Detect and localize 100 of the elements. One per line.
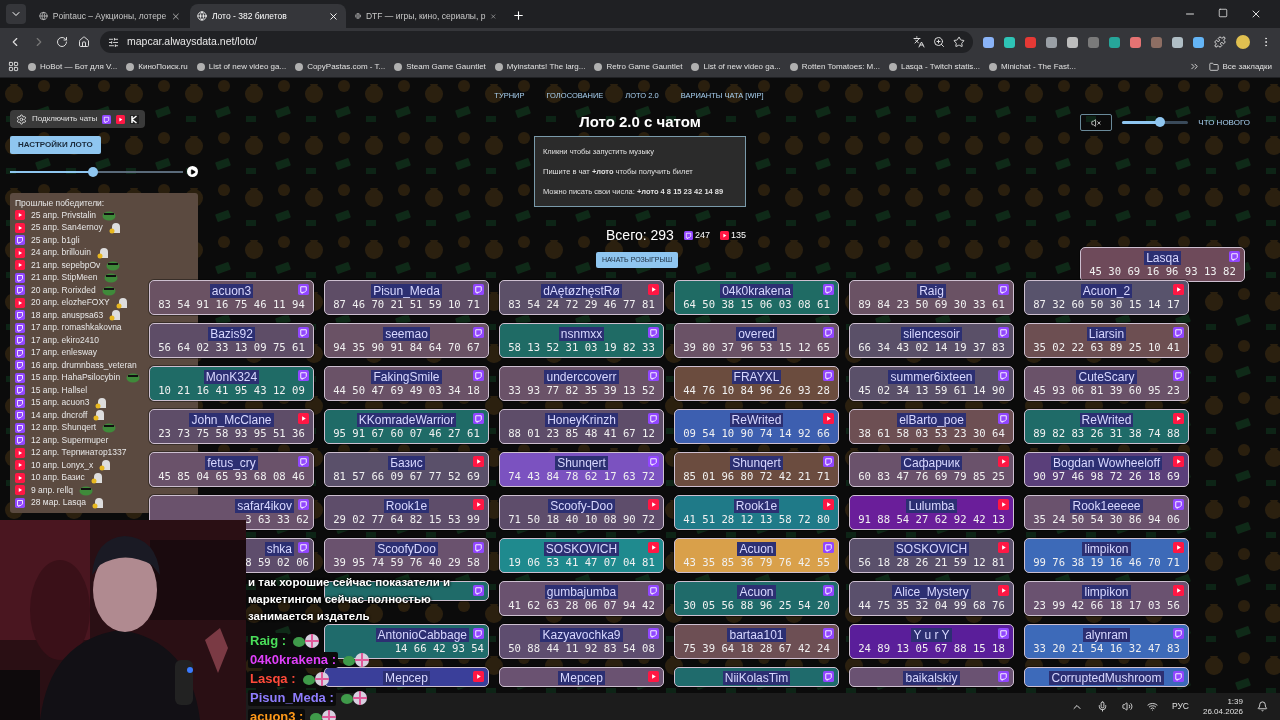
- bookmark-favicon-icon: [28, 62, 36, 71]
- close-icon: [328, 10, 339, 22]
- avatar-icon[interactable]: [1236, 35, 1250, 49]
- ticket-numbers: 41 51 28 12 13 58 72 80: [682, 512, 831, 528]
- extension-icon[interactable]: [1004, 36, 1015, 48]
- slider-thumb[interactable]: [88, 166, 99, 177]
- extension-icon[interactable]: [1046, 36, 1057, 48]
- ticket-username: alynram: [1083, 627, 1130, 642]
- ticket-username: ReWrited: [729, 412, 784, 427]
- bookmark[interactable]: Myinstants! The larg...: [494, 60, 586, 73]
- ticket-numbers: 45 85 04 65 93 68 08 46: [157, 470, 306, 485]
- ticket-numbers: 14 66 42 93 54: [393, 642, 484, 657]
- settings-button[interactable]: НАСТРОЙКИ ЛОТО: [10, 136, 101, 154]
- bookmark[interactable]: Minichat - The Fast...: [988, 60, 1076, 73]
- connect-chats-button[interactable]: Подключить чаты: [10, 110, 146, 128]
- ticket-username: John_McClane: [189, 412, 274, 427]
- winner-text: 12 апр. Supermuper: [31, 433, 109, 447]
- extension-icon[interactable]: [1067, 36, 1078, 48]
- ticket-username: underccoverr: [544, 369, 619, 384]
- emote-icon: [302, 671, 329, 686]
- muted-speaker-icon: [1091, 117, 1102, 128]
- tab-title: DTF — игры, кино, сериалы, р: [365, 9, 486, 23]
- bookmark[interactable]: List of new video ga...: [691, 60, 781, 73]
- translate-icon: [913, 36, 925, 48]
- winner-text: 21 апр. sepebpOv: [31, 258, 101, 272]
- play-icon[interactable]: [187, 166, 198, 177]
- kick-icon: [130, 114, 140, 124]
- tab-search-button[interactable]: [6, 4, 26, 24]
- bookmark[interactable]: КиноПоиск.ru: [126, 60, 188, 73]
- emote-icon: [340, 690, 367, 705]
- bookmark-favicon-icon: [789, 62, 798, 71]
- ticket-numbers: 10 21 16 41 95 43 12 09: [157, 383, 306, 399]
- extension-icon[interactable]: [1193, 36, 1204, 48]
- ticket-username: acuon3: [209, 283, 254, 298]
- extension-icon[interactable]: [1025, 36, 1036, 48]
- extension-icon[interactable]: [1109, 36, 1120, 48]
- language-indicator[interactable]: РУС: [1171, 700, 1189, 713]
- ticket-username: Lulumba: [906, 498, 957, 513]
- ticket-username: seemao: [383, 326, 430, 341]
- extension-icon[interactable]: [1088, 36, 1099, 48]
- extension-icon[interactable]: [1151, 36, 1162, 48]
- bookmark[interactable]: Steam Game Gauntlet: [394, 60, 486, 73]
- browser-tab[interactable]: DTF — игры, кино, сериалы, р: [348, 4, 504, 28]
- ticket-numbers: 29 02 77 64 82 15 53 99: [332, 512, 481, 528]
- extension-icon[interactable]: [1130, 36, 1141, 48]
- ticket-numbers: 91 88 54 27 62 92 42 13: [857, 512, 1006, 528]
- ticket-username: gumbajumba: [544, 584, 619, 599]
- ticket-username: Shunqert: [555, 455, 608, 470]
- page-title: Лото 2.0 с чатом: [579, 113, 701, 132]
- mute-button[interactable]: [1080, 114, 1113, 131]
- ticket-numbers: 35 02 22 63 89 25 10 41: [1032, 340, 1181, 356]
- browser-tab[interactable]: Pointauc – Аукционы, лотере: [32, 4, 188, 28]
- ticket-numbers: 38 61 58 03 53 23 30 64: [857, 427, 1006, 442]
- ticket-numbers: 3 63 33 62: [244, 512, 309, 528]
- ticket-username: SOSKOVICH: [543, 541, 620, 556]
- bookmark-star-icon: [953, 36, 965, 48]
- bookmark[interactable]: Lasqa - Twitch statis...: [888, 60, 980, 73]
- ticket-username: fetus_cry: [205, 455, 258, 470]
- bookmark[interactable]: CopyPastas.com - T...: [295, 60, 386, 73]
- extension-icon[interactable]: [1172, 36, 1183, 48]
- extension-icon[interactable]: [983, 36, 994, 48]
- ticket-username: Kazyavochka9: [540, 627, 623, 642]
- ticket-username: safar4ikov: [235, 498, 294, 513]
- ticket-numbers: 81 57 66 09 67 77 52 69: [332, 469, 481, 485]
- ticket-numbers: 83 54 91 16 75 46 11 94: [157, 297, 306, 313]
- url-text: mapcar.alwaysdata.net/loto/: [127, 34, 258, 50]
- browser-tab[interactable]: Лото - 382 билетов: [190, 4, 346, 28]
- ticket-numbers: 30 05 56 88 96 25 54 20: [682, 598, 831, 614]
- ticket-numbers: 23 99 42 66 18 17 03 56: [1032, 599, 1181, 614]
- ticket-username: Liarsin: [1086, 326, 1127, 341]
- ticket-username: ScoofyDoo: [375, 541, 438, 556]
- winner-text: 20 апр. Rorixded: [31, 283, 96, 297]
- ticket-username: Scoofy-Doo: [548, 498, 615, 513]
- winner-text: 25 апр. Privstalin: [31, 208, 97, 222]
- slider-thumb[interactable]: [1154, 117, 1165, 127]
- clock-date[interactable]: 26.04.2026: [1202, 706, 1243, 717]
- ticket-numbers: 23 73 75 58 93 95 51 36: [157, 427, 306, 442]
- clock-time[interactable]: 1:39: [1227, 696, 1243, 707]
- bookmark[interactable]: List of new video ga...: [196, 60, 287, 73]
- ticket-username: Bazis92: [208, 326, 255, 341]
- reload-icon: [56, 36, 68, 48]
- ticket-username: overed: [736, 326, 777, 341]
- ticket-username: HoneyKrinzh: [545, 412, 618, 427]
- bookmark[interactable]: Retro Game Gauntlet: [594, 60, 683, 73]
- ticket-username: FRAYXL: [731, 369, 782, 384]
- whats-new-link[interactable]: ЧТО НОВОГО: [1198, 116, 1250, 129]
- winner-text: 15 апр. Hallsel: [31, 383, 88, 397]
- ticket-username: dAętøzhęstRø: [541, 283, 622, 298]
- bookmark[interactable]: Rotten Tomatoes: M...: [789, 60, 880, 73]
- winner-text: 10 апр. Lonyx_x: [31, 458, 94, 472]
- ticket-username: Мерсер: [383, 670, 430, 685]
- all-bookmarks[interactable]: Все закладки: [1208, 60, 1272, 73]
- ticket-username: bartaa101: [727, 627, 786, 642]
- winner-text: 20 апр. elozheFOXY: [31, 296, 110, 310]
- address-bar[interactable]: mapcar.alwaysdata.net/loto/: [100, 31, 973, 53]
- ticket-numbers: 8 59 02 06: [244, 555, 309, 571]
- ticket-numbers: 39 80 37 96 53 15 12 65: [682, 340, 831, 356]
- bookmark[interactable]: HoBot — Бот для V...: [28, 60, 118, 73]
- ticket-username: Bogdan Wowheeloff: [1051, 455, 1162, 470]
- apps-icon: [8, 61, 19, 72]
